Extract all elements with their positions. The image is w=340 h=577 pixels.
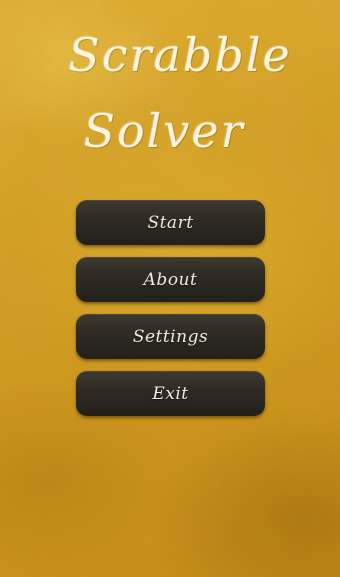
start-button[interactable]: Start bbox=[76, 200, 265, 245]
about-button[interactable]: About bbox=[76, 257, 265, 302]
main-menu-screen: Scrabble Solver Start About Settings Exi… bbox=[0, 0, 340, 577]
about-button-label: About bbox=[143, 269, 198, 290]
start-button-label: Start bbox=[147, 212, 194, 233]
settings-button[interactable]: Settings bbox=[76, 314, 265, 359]
app-title-line-2: Solver bbox=[83, 104, 245, 158]
settings-button-label: Settings bbox=[132, 326, 209, 347]
exit-button[interactable]: Exit bbox=[76, 371, 265, 416]
exit-button-label: Exit bbox=[152, 383, 189, 404]
app-title-line-1: Scrabble bbox=[68, 28, 292, 82]
